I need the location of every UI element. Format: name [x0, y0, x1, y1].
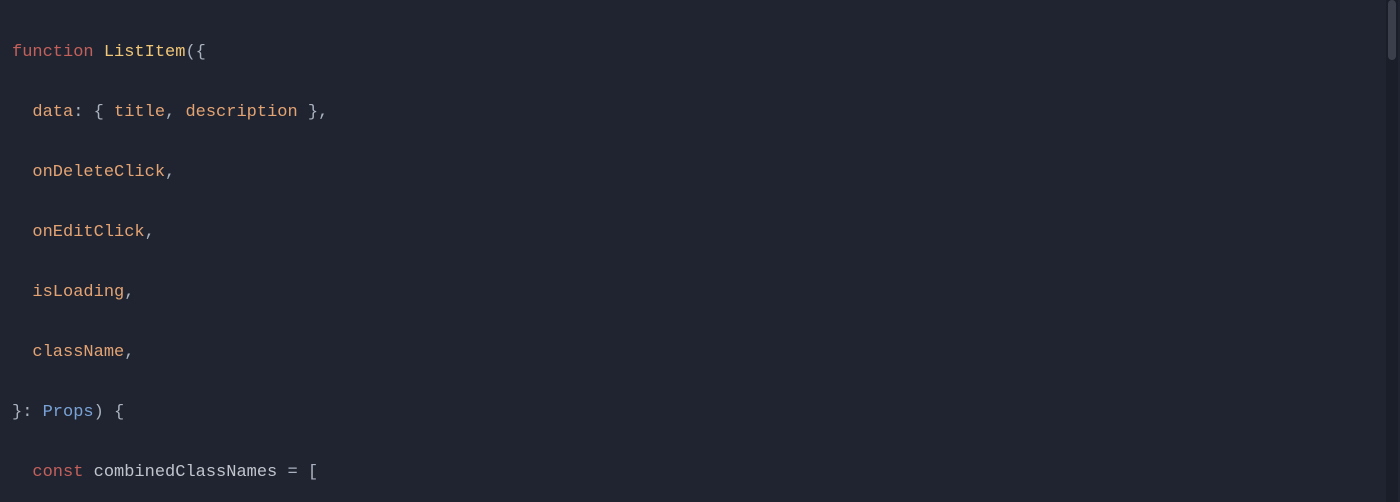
punctuation: ({ — [185, 43, 205, 62]
param-oneditclick: onEditClick — [32, 223, 144, 242]
code-editor[interactable]: function ListItem({ data: { title, descr… — [12, 8, 1265, 502]
code-line: onEditClick, — [12, 218, 1265, 248]
code-line: }: Props) { — [12, 398, 1265, 428]
param-isloading: isLoading — [32, 283, 124, 302]
punctuation: = [ — [277, 463, 318, 482]
code-line: function ListItem({ — [12, 38, 1265, 68]
param-ondeleteclick: onDeleteClick — [32, 163, 165, 182]
code-line: className, — [12, 338, 1265, 368]
destructure-title: title — [114, 103, 165, 122]
type-props: Props — [43, 403, 94, 422]
scrollbar-vertical[interactable] — [1386, 0, 1398, 502]
code-line: isLoading, — [12, 278, 1265, 308]
code-line: const combinedClassNames = [ — [12, 458, 1265, 488]
keyword-function: function — [12, 43, 94, 62]
code-line: onDeleteClick, — [12, 158, 1265, 188]
variable-combinedclassnames: combinedClassNames — [94, 463, 278, 482]
destructure-description: description — [185, 103, 297, 122]
param-data: data — [32, 103, 73, 122]
param-classname: className — [32, 343, 124, 362]
function-name: ListItem — [104, 43, 186, 62]
punctuation: ) { — [94, 403, 125, 422]
keyword-const: const — [32, 463, 83, 482]
punctuation: }: — [12, 403, 32, 422]
scrollbar-thumb[interactable] — [1388, 0, 1396, 60]
code-line: data: { title, description }, — [12, 98, 1265, 128]
